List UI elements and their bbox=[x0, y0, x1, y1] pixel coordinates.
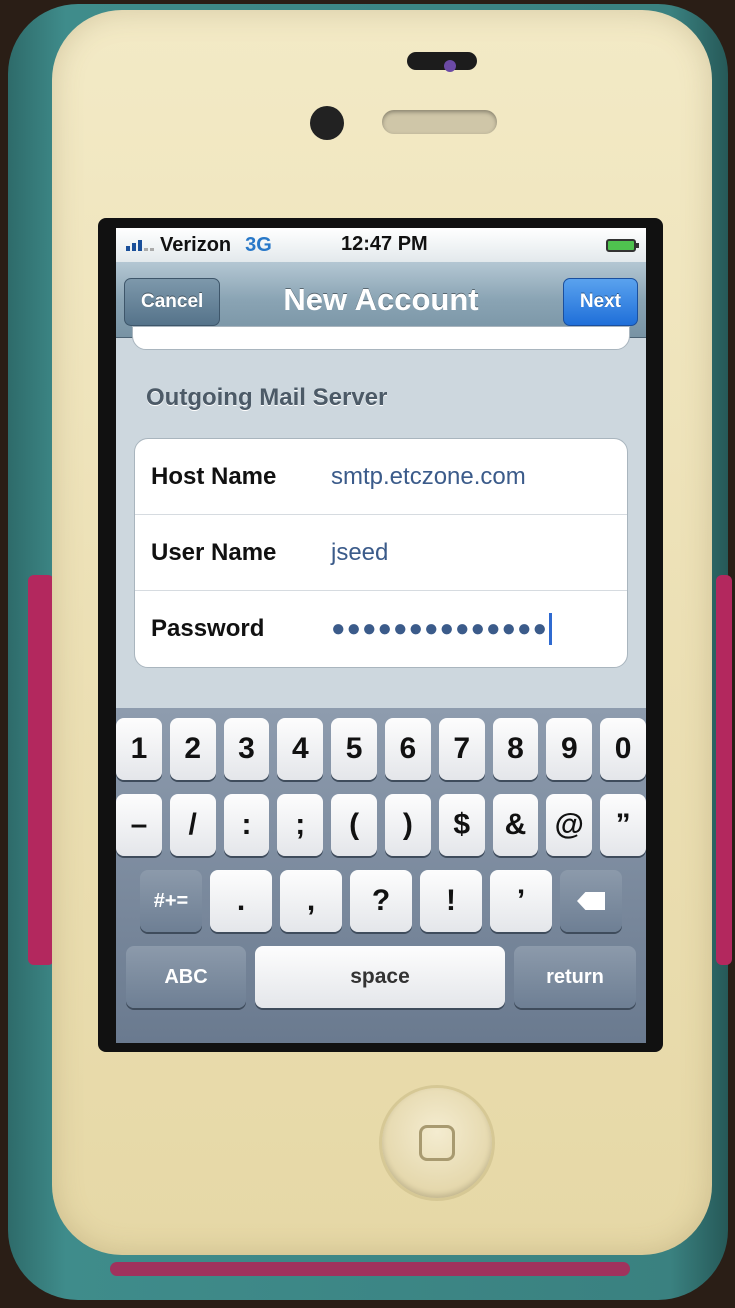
display: Verizon 3G 12:47 PM Cancel New Account N… bbox=[116, 228, 646, 1043]
return-key[interactable]: return bbox=[514, 946, 636, 1008]
backspace-icon bbox=[577, 892, 605, 910]
top-sensor bbox=[407, 52, 477, 70]
earpiece-speaker bbox=[382, 110, 497, 134]
previous-group-edge bbox=[132, 326, 630, 350]
user-name-label: User Name bbox=[151, 538, 277, 566]
key-open-paren[interactable]: ( bbox=[331, 794, 377, 856]
host-name-row[interactable]: Host Name smtp.etczone.com bbox=[135, 439, 627, 515]
signal-icon bbox=[126, 239, 154, 251]
key-at[interactable]: @ bbox=[546, 794, 593, 856]
keyboard-row-punctuation: – / : ; ( ) $ & @ ” bbox=[116, 794, 646, 856]
next-button[interactable]: Next bbox=[562, 278, 638, 326]
key-close-paren[interactable]: ) bbox=[385, 794, 431, 856]
text-cursor bbox=[548, 613, 552, 645]
carrier-name: Verizon bbox=[160, 233, 232, 256]
space-key[interactable]: space bbox=[255, 946, 505, 1008]
user-name-field[interactable]: jseed bbox=[331, 539, 388, 567]
key-quote[interactable]: ” bbox=[600, 794, 646, 856]
home-button[interactable] bbox=[382, 1088, 492, 1198]
key-5[interactable]: 5 bbox=[331, 718, 377, 780]
key-9[interactable]: 9 bbox=[546, 718, 593, 780]
key-colon[interactable]: : bbox=[223, 794, 270, 856]
host-name-field[interactable]: smtp.etczone.com bbox=[331, 463, 526, 491]
key-8[interactable]: 8 bbox=[492, 718, 539, 780]
key-ampersand[interactable]: & bbox=[492, 794, 539, 856]
key-4[interactable]: 4 bbox=[277, 718, 324, 780]
password-field[interactable]: ●●●●●●●●●●●●●● bbox=[331, 615, 548, 643]
key-apostrophe[interactable]: ’ bbox=[490, 870, 552, 932]
password-label: Password bbox=[151, 615, 265, 642]
user-name-row[interactable]: User Name jseed bbox=[135, 515, 627, 591]
key-1[interactable]: 1 bbox=[116, 718, 162, 780]
key-2[interactable]: 2 bbox=[169, 718, 216, 780]
screen-bezel: Verizon 3G 12:47 PM Cancel New Account N… bbox=[98, 218, 663, 1052]
outgoing-server-group: Host Name smtp.etczone.com User Name jse… bbox=[134, 438, 628, 668]
case-trim-left bbox=[28, 575, 54, 965]
key-slash[interactable]: / bbox=[169, 794, 216, 856]
home-square-icon bbox=[419, 1125, 455, 1161]
keyboard-row-bottom: ABC space return bbox=[116, 946, 646, 1008]
key-7[interactable]: 7 bbox=[438, 718, 485, 780]
keyboard-row-symbols: #+= . , ? ! ’ bbox=[116, 870, 646, 932]
status-time: 12:47 PM bbox=[341, 233, 428, 255]
battery-icon bbox=[606, 239, 639, 252]
section-title: Outgoing Mail Server bbox=[146, 384, 388, 411]
network-type: 3G bbox=[245, 233, 272, 256]
status-bar: Verizon 3G 12:47 PM bbox=[116, 228, 646, 262]
case-trim-right bbox=[716, 575, 732, 965]
keyboard-row-numbers: 1 2 3 4 5 6 7 8 9 0 bbox=[116, 718, 646, 780]
key-exclamation[interactable]: ! bbox=[420, 870, 482, 932]
key-comma[interactable]: , bbox=[280, 870, 342, 932]
host-name-label: Host Name bbox=[151, 462, 277, 490]
key-3[interactable]: 3 bbox=[223, 718, 270, 780]
backspace-key[interactable] bbox=[560, 870, 622, 932]
symbols-key[interactable]: #+= bbox=[140, 870, 202, 932]
key-semicolon[interactable]: ; bbox=[277, 794, 324, 856]
key-6[interactable]: 6 bbox=[385, 718, 431, 780]
case-trim-bottom bbox=[110, 1262, 630, 1276]
keyboard: 1 2 3 4 5 6 7 8 9 0 – / : ; ( ) $ & @ ” … bbox=[116, 708, 646, 1043]
key-dash[interactable]: – bbox=[116, 794, 162, 856]
form-content: Outgoing Mail Server Host Name smtp.etcz… bbox=[116, 326, 646, 708]
key-question[interactable]: ? bbox=[350, 870, 412, 932]
front-camera bbox=[310, 106, 344, 140]
key-0[interactable]: 0 bbox=[600, 718, 646, 780]
sensor-light bbox=[444, 60, 456, 72]
key-dollar[interactable]: $ bbox=[438, 794, 485, 856]
password-row[interactable]: Password ●●●●●●●●●●●●●● bbox=[135, 591, 627, 667]
key-period[interactable]: . bbox=[210, 870, 272, 932]
abc-key[interactable]: ABC bbox=[126, 946, 246, 1008]
